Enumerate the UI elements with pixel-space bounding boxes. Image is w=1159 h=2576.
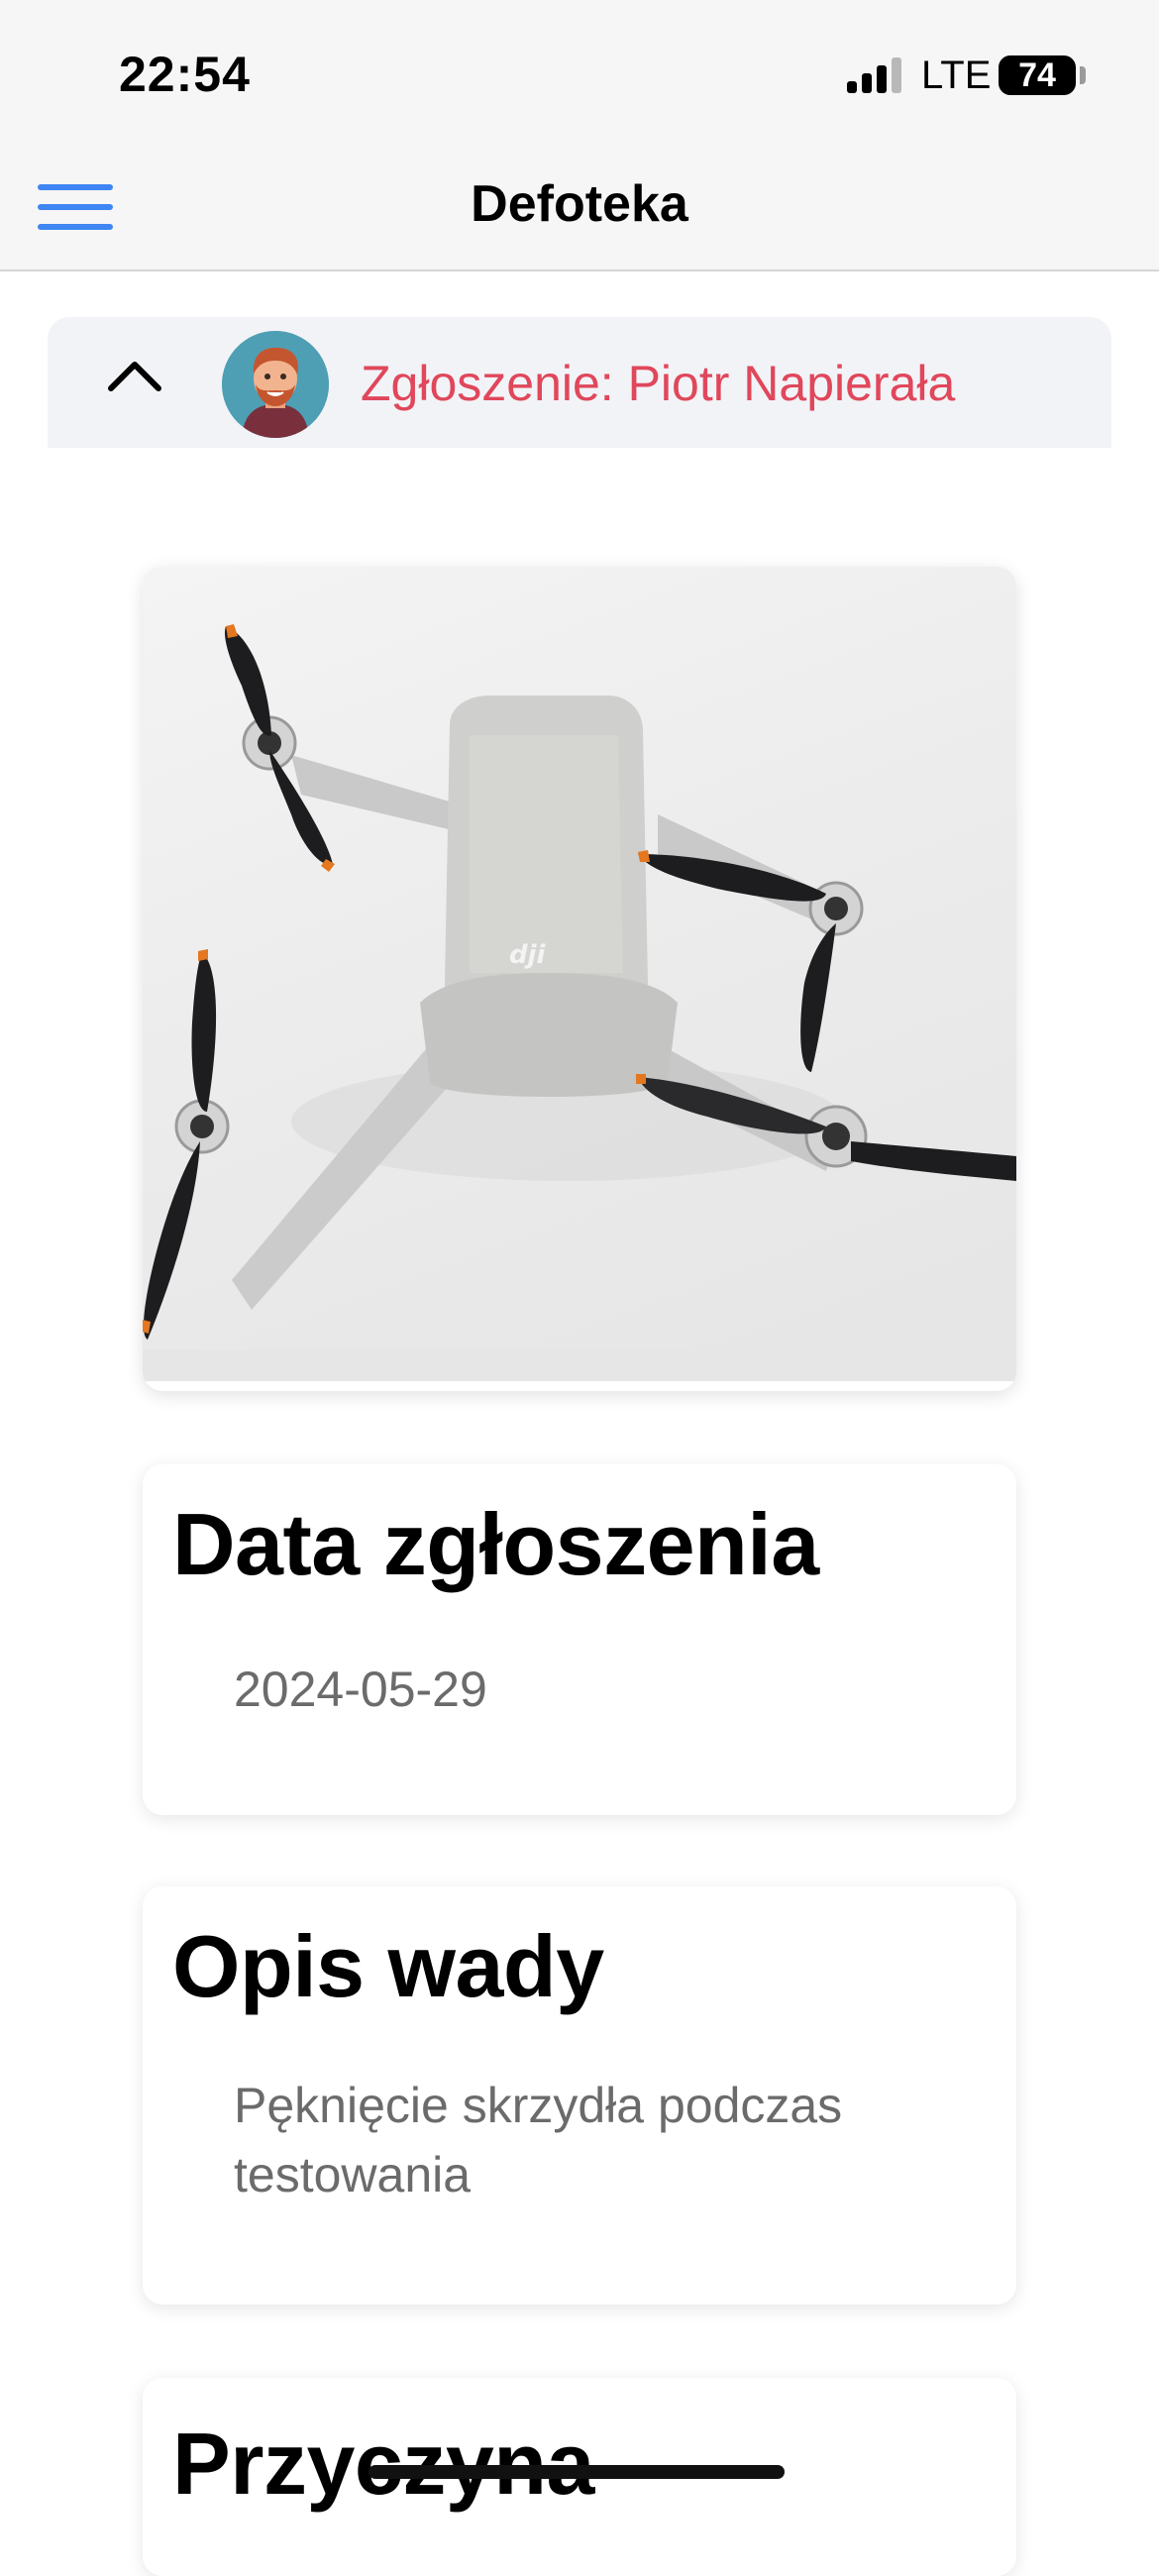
defect-description-value: Pęknięcie skrzydła podczas testowania xyxy=(234,2078,843,2202)
network-type: LTE xyxy=(921,54,992,97)
cause-title: Przyczyna xyxy=(172,2415,594,2513)
status-bar: 22:54 LTE 74 xyxy=(0,0,1159,149)
defect-description-card: Opis wady Pęknięcie skrzydła podczas tes… xyxy=(143,1886,1016,2305)
report-date-title: Data zgłoszenia xyxy=(172,1495,819,1593)
reporter-accordion-header[interactable]: Zgłoszenie: Piotr Napierała xyxy=(48,317,1111,448)
battery-icon: 74 xyxy=(999,55,1076,95)
reporter-label: Zgłoszenie: Piotr Napierała xyxy=(361,356,956,411)
status-time: 22:54 xyxy=(119,47,251,102)
report-date-value: 2024-05-29 xyxy=(234,1662,487,1717)
cellular-signal-icon xyxy=(847,57,906,93)
chevron-up-icon[interactable] xyxy=(107,355,162,394)
navbar: Defoteka xyxy=(0,149,1159,271)
battery-tip xyxy=(1080,66,1086,84)
defect-photo[interactable]: dji xyxy=(143,567,1016,1381)
avatar xyxy=(222,331,329,438)
defect-photo-card[interactable]: dji xyxy=(143,567,1016,1391)
home-indicator[interactable] xyxy=(369,2465,785,2479)
svg-text:dji: dji xyxy=(509,940,547,970)
report-date-card: Data zgłoszenia 2024-05-29 xyxy=(143,1464,1016,1815)
defect-description-title: Opis wady xyxy=(172,1917,604,2015)
page-title: Defoteka xyxy=(471,175,688,233)
